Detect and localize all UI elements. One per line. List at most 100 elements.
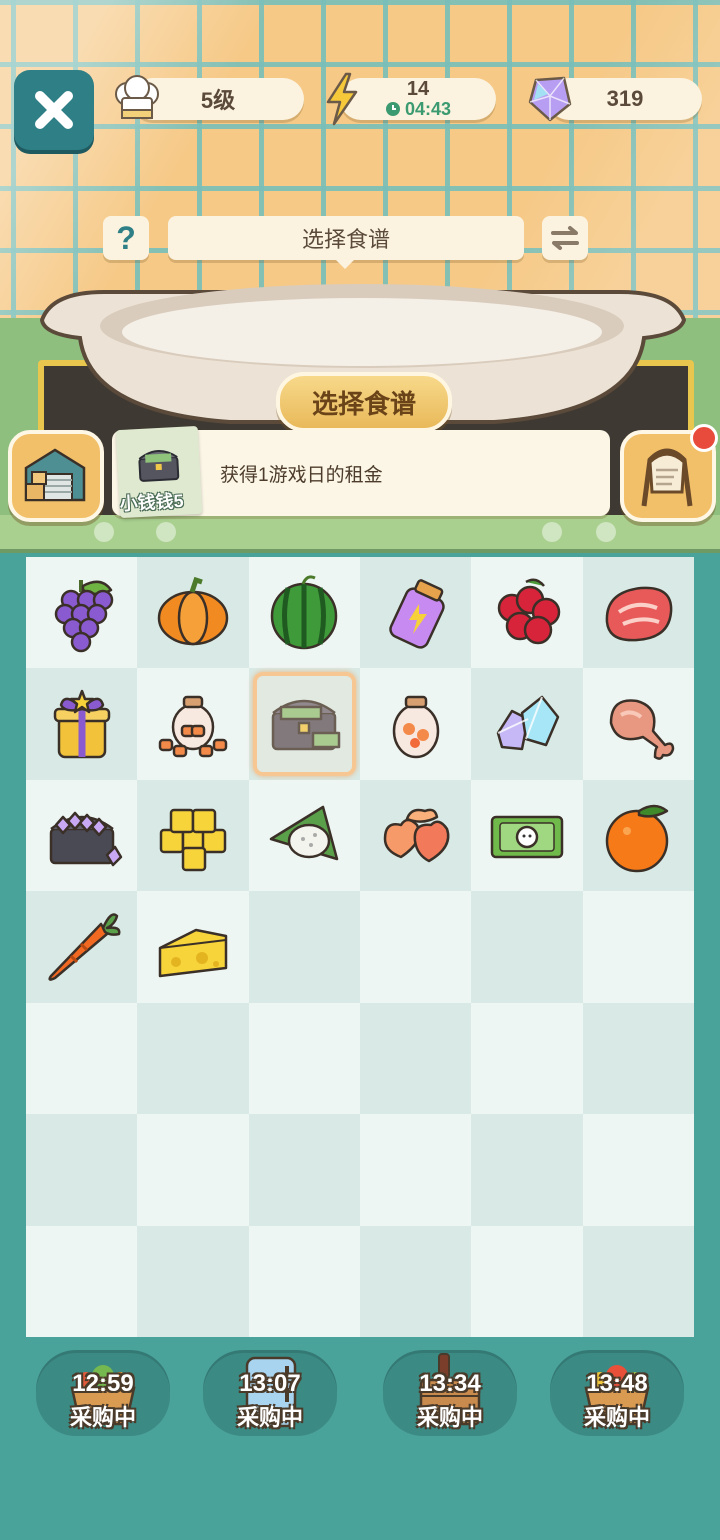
swap-button[interactable] bbox=[542, 216, 588, 260]
board-cell[interactable] bbox=[26, 779, 138, 892]
recipe-header: 选择食谱 bbox=[168, 216, 524, 269]
purchase-timer-3[interactable]: 13:34 采购中 bbox=[383, 1350, 517, 1436]
level-text: 5级 bbox=[200, 88, 236, 113]
help-icon: ? bbox=[116, 219, 136, 256]
board-cell[interactable] bbox=[137, 1114, 249, 1226]
info-description: 获得1游戏日的租金 bbox=[220, 465, 383, 486]
board-cell[interactable] bbox=[26, 1225, 138, 1337]
gem-icon bbox=[528, 76, 572, 122]
board-cell[interactable] bbox=[26, 668, 138, 780]
crystals-icon[interactable] bbox=[486, 683, 568, 765]
chef-hat-icon bbox=[115, 75, 159, 119]
board-cell[interactable] bbox=[582, 1114, 694, 1226]
board-cell[interactable] bbox=[360, 1002, 472, 1115]
cheese-icon[interactable] bbox=[152, 906, 234, 988]
purchase-timer-1[interactable]: 12:59 采购中 bbox=[36, 1350, 170, 1436]
board-cell[interactable] bbox=[360, 557, 472, 669]
strip-dot bbox=[542, 522, 562, 542]
help-button[interactable]: ? bbox=[103, 216, 149, 260]
timer-time: 13:48 bbox=[586, 1370, 648, 1397]
grapes-icon[interactable] bbox=[41, 572, 123, 654]
board-cell[interactable] bbox=[248, 557, 360, 669]
board-cell[interactable] bbox=[137, 1225, 249, 1337]
swap-arrows-icon bbox=[551, 226, 579, 250]
board-cell[interactable] bbox=[360, 668, 472, 780]
board-cell[interactable] bbox=[137, 557, 249, 669]
gem-chest-icon[interactable] bbox=[41, 795, 123, 877]
select-recipe-button[interactable]: 选择食谱 bbox=[276, 372, 452, 432]
energy-display: 14 04:43 bbox=[340, 78, 496, 120]
board-cell[interactable] bbox=[137, 1002, 249, 1115]
board-cell[interactable] bbox=[582, 1225, 694, 1337]
rice-dumpling-icon[interactable] bbox=[263, 795, 345, 877]
timer-status: 采购中 bbox=[236, 1405, 303, 1430]
board-cell[interactable] bbox=[471, 668, 583, 780]
warehouse-icon bbox=[24, 448, 86, 502]
board-cell[interactable] bbox=[582, 1002, 694, 1115]
board-cell[interactable] bbox=[471, 1225, 583, 1337]
butter-cubes-icon[interactable] bbox=[152, 795, 234, 877]
banknote-icon[interactable] bbox=[486, 795, 568, 877]
close-icon bbox=[35, 91, 73, 129]
money-chest-icon bbox=[138, 450, 180, 482]
purchase-timer-2[interactable]: 13:07 采购中 bbox=[203, 1350, 337, 1436]
board-cell[interactable] bbox=[137, 891, 249, 1003]
board-cell[interactable] bbox=[26, 1114, 138, 1226]
board-cell[interactable] bbox=[137, 668, 249, 780]
board-cell[interactable] bbox=[471, 1002, 583, 1115]
board-cell[interactable] bbox=[471, 557, 583, 669]
strip-dot bbox=[94, 522, 114, 542]
candy-jar-icon[interactable] bbox=[375, 683, 457, 765]
timer-status: 采购中 bbox=[583, 1405, 650, 1430]
strip-dot bbox=[156, 522, 176, 542]
board-cell[interactable] bbox=[582, 779, 694, 892]
gem-count: 319 bbox=[606, 86, 644, 111]
board-cell[interactable] bbox=[582, 668, 694, 780]
energy-timer-text: 04:43 bbox=[404, 99, 452, 119]
warehouse-button[interactable] bbox=[8, 430, 104, 522]
timer-time: 13:34 bbox=[419, 1370, 481, 1397]
board-cell[interactable] bbox=[360, 891, 472, 1003]
pumpkin-icon[interactable] bbox=[152, 572, 234, 654]
lightning-icon bbox=[326, 72, 358, 126]
select-recipe-label: 选择食谱 bbox=[311, 388, 416, 419]
board-cell[interactable] bbox=[471, 779, 583, 892]
watermelon-icon[interactable] bbox=[263, 572, 345, 654]
carrot-icon[interactable] bbox=[41, 906, 123, 988]
board-cell[interactable] bbox=[137, 779, 249, 892]
clock-icon bbox=[385, 102, 400, 116]
orange-icon[interactable] bbox=[597, 795, 679, 877]
board-cell[interactable] bbox=[582, 557, 694, 669]
board-cell[interactable] bbox=[248, 668, 360, 780]
board-cell[interactable] bbox=[26, 557, 138, 669]
board-cell[interactable] bbox=[360, 1114, 472, 1226]
board-cell[interactable] bbox=[582, 891, 694, 1003]
board-cell[interactable] bbox=[360, 1225, 472, 1337]
gift-box-icon[interactable] bbox=[41, 683, 123, 765]
heart-candies-icon[interactable] bbox=[375, 795, 457, 877]
board-cell[interactable] bbox=[248, 1002, 360, 1115]
info-panel[interactable]: 小钱钱5 获得1游戏日的租金 bbox=[112, 425, 610, 519]
cranberries-icon[interactable] bbox=[486, 572, 568, 654]
board-cell[interactable] bbox=[248, 1114, 360, 1226]
purchase-timer-4[interactable]: 13:48 采购中 bbox=[550, 1350, 684, 1436]
board-cell[interactable] bbox=[360, 779, 472, 892]
recipe-header-text: 选择食谱 bbox=[301, 227, 390, 252]
board-cell[interactable] bbox=[248, 891, 360, 1003]
money-chest-icon[interactable] bbox=[263, 683, 345, 765]
board-cell[interactable] bbox=[26, 1002, 138, 1115]
board-cell[interactable] bbox=[248, 779, 360, 892]
candy-jar-pile-icon[interactable] bbox=[152, 683, 234, 765]
board-cell[interactable] bbox=[26, 891, 138, 1003]
close-button[interactable] bbox=[14, 70, 94, 150]
merge-board bbox=[26, 557, 694, 1337]
board-cell[interactable] bbox=[471, 1114, 583, 1226]
board-cell[interactable] bbox=[248, 1225, 360, 1337]
energy-jar-icon[interactable] bbox=[375, 572, 457, 654]
energy-count: 14 bbox=[406, 78, 430, 100]
item-thumbnail: 小钱钱5 bbox=[115, 425, 203, 519]
chicken-leg-icon[interactable] bbox=[597, 683, 679, 765]
board-cell[interactable] bbox=[471, 891, 583, 1003]
steak-icon[interactable] bbox=[597, 572, 679, 654]
item-thumbnail-label: 小钱钱5 bbox=[119, 490, 185, 515]
